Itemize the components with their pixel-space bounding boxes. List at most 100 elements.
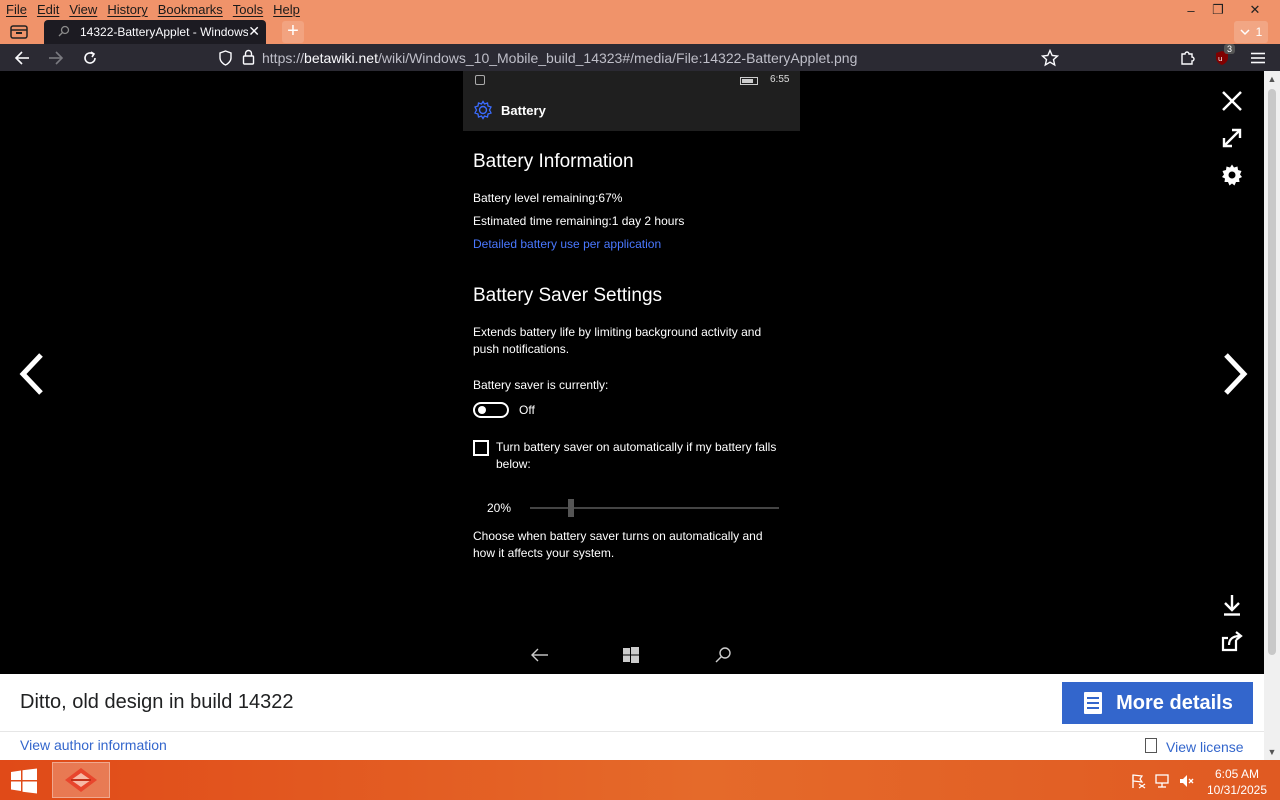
battery-saver-toggle [473, 402, 509, 418]
previous-image-arrow[interactable] [17, 352, 47, 396]
view-license-link[interactable]: View license [1166, 739, 1244, 755]
scroll-up-arrow-icon[interactable]: ▲ [1264, 71, 1280, 87]
back-button[interactable] [11, 47, 33, 69]
minimize-button[interactable]: – [1176, 0, 1206, 20]
lock-icon [242, 49, 255, 65]
close-icon [1222, 91, 1242, 111]
saver-description-line-1: Extends battery life by limiting backgro… [473, 325, 762, 339]
menu-help[interactable]: Help [268, 0, 305, 20]
shield-icon [219, 50, 232, 66]
url-text: https://betawiki.net/wiki/Windows_10_Mob… [262, 49, 858, 66]
tab-battery-applet[interactable]: 14322-BatteryApplet - Windows ✕ [44, 20, 266, 44]
search-icon [58, 25, 72, 39]
choose-text-line-1: Choose when battery saver turns on autom… [473, 529, 763, 543]
auto-saver-label-line-2: below: [496, 457, 531, 471]
slider-thumb [568, 499, 574, 517]
reload-button[interactable] [79, 47, 101, 69]
phone-back-icon [531, 648, 548, 662]
firefox-view-button[interactable] [8, 22, 30, 42]
view-author-link[interactable]: View author information [20, 737, 167, 753]
auto-saver-label-line-1: Turn battery saver on automatically if m… [496, 440, 777, 454]
choose-text-line-2: how it affects your system. [473, 546, 615, 560]
windows-taskbar: 6:05 AM 10/31/2025 [0, 760, 1280, 800]
reload-icon [84, 51, 96, 64]
phone-screenshot: 6:55 Battery Battery Information Battery… [463, 71, 800, 674]
puzzle-icon [1181, 51, 1195, 65]
scroll-thumb[interactable] [1268, 89, 1276, 655]
battery-saver-heading: Battery Saver Settings [473, 285, 663, 306]
phone-windows-icon [623, 647, 639, 663]
phone-search-icon [715, 647, 731, 663]
taskbar-clock[interactable]: 6:05 AM 10/31/2025 [1200, 766, 1274, 798]
star-icon [1041, 49, 1059, 67]
firefox-view-icon [10, 25, 28, 39]
tab-title: 14322-BatteryApplet - Windows [80, 25, 248, 39]
download-button[interactable] [1218, 591, 1246, 619]
fullscreen-button[interactable] [1218, 124, 1246, 152]
chevron-down-icon [1240, 29, 1250, 36]
close-window-button[interactable]: ✕ [1240, 0, 1270, 20]
browser-app-icon [65, 768, 97, 792]
battery-info-heading: Battery Information [473, 151, 634, 172]
extensions-button[interactable] [1176, 47, 1198, 69]
clock-date: 10/31/2025 [1206, 783, 1268, 797]
phone-status-time: 6:55 [770, 74, 790, 85]
caption-divider [0, 731, 1264, 732]
menu-bookmarks[interactable]: Bookmarks [153, 0, 228, 20]
volume-muted-icon[interactable] [1178, 773, 1194, 789]
ublock-count-badge: 3 [1224, 44, 1236, 54]
app-menu-button[interactable] [1247, 47, 1269, 69]
slider-value: 20% [487, 501, 512, 515]
battery-level-text: Battery level remaining:67% [473, 191, 623, 205]
auto-saver-checkbox [473, 440, 489, 456]
arrow-right-icon [49, 51, 64, 65]
gear-icon [474, 100, 492, 120]
phone-battery-icon [740, 77, 758, 85]
bookmark-star-button[interactable] [1039, 47, 1061, 69]
network-icon[interactable] [1154, 773, 1170, 789]
next-image-arrow[interactable] [1220, 352, 1250, 396]
share-button[interactable] [1218, 628, 1246, 656]
detailed-battery-link: Detailed battery use per application [473, 237, 662, 251]
tab-close-button[interactable]: ✕ [248, 23, 260, 40]
viewer-settings-button[interactable] [1218, 161, 1246, 189]
media-viewer: 6:55 Battery Battery Information Battery… [0, 71, 1264, 674]
menu-tools[interactable]: Tools [228, 0, 268, 20]
phone-nav-bar [463, 637, 800, 674]
download-icon [1224, 595, 1240, 616]
flag-icon[interactable] [1130, 773, 1146, 789]
restore-button[interactable]: ❐ [1203, 0, 1233, 20]
menu-file[interactable]: File [0, 0, 32, 20]
svg-text:u: u [1218, 55, 1222, 63]
tab-count: 1 [1255, 25, 1263, 39]
new-tab-button[interactable]: + [282, 21, 304, 43]
phone-status-icon [475, 75, 485, 85]
close-viewer-button[interactable] [1218, 87, 1246, 115]
hamburger-icon [1251, 52, 1265, 64]
tab-list-button[interactable]: 1 [1234, 21, 1268, 43]
forward-button[interactable] [45, 47, 67, 69]
image-caption-panel: Ditto, old design in build 14322 More de… [0, 674, 1264, 760]
phone-header: 6:55 Battery [463, 71, 800, 131]
toggle-state-label: Off [519, 403, 535, 417]
menu-view[interactable]: View [64, 0, 102, 20]
more-details-button[interactable]: More details [1062, 682, 1253, 724]
navigation-bar: https://betawiki.net/wiki/Windows_10_Mob… [0, 44, 1280, 71]
menu-edit[interactable]: Edit [32, 0, 64, 20]
menu-bar: File Edit View History Bookmarks Tools H… [0, 0, 1280, 20]
more-details-label: More details [1116, 691, 1233, 714]
saver-description-line-2: push notifications. [473, 342, 570, 356]
saver-status-label: Battery saver is currently: [473, 378, 609, 392]
taskbar-firefox-app[interactable] [52, 762, 110, 798]
image-caption: Ditto, old design in build 14322 [20, 691, 294, 713]
expand-icon [1222, 128, 1242, 148]
scroll-down-arrow-icon[interactable]: ▼ [1264, 744, 1280, 760]
menu-history[interactable]: History [102, 0, 152, 20]
phone-app-title: Battery [501, 103, 546, 118]
page-scrollbar[interactable]: ▲ ▼ [1264, 71, 1280, 760]
arrow-left-icon [14, 51, 29, 65]
url-bar[interactable]: https://betawiki.net/wiki/Windows_10_Mob… [212, 46, 1074, 69]
time-remaining-text: Estimated time remaining:1 day 2 hours [473, 214, 685, 228]
share-icon [1221, 631, 1243, 652]
start-button[interactable] [10, 768, 38, 794]
